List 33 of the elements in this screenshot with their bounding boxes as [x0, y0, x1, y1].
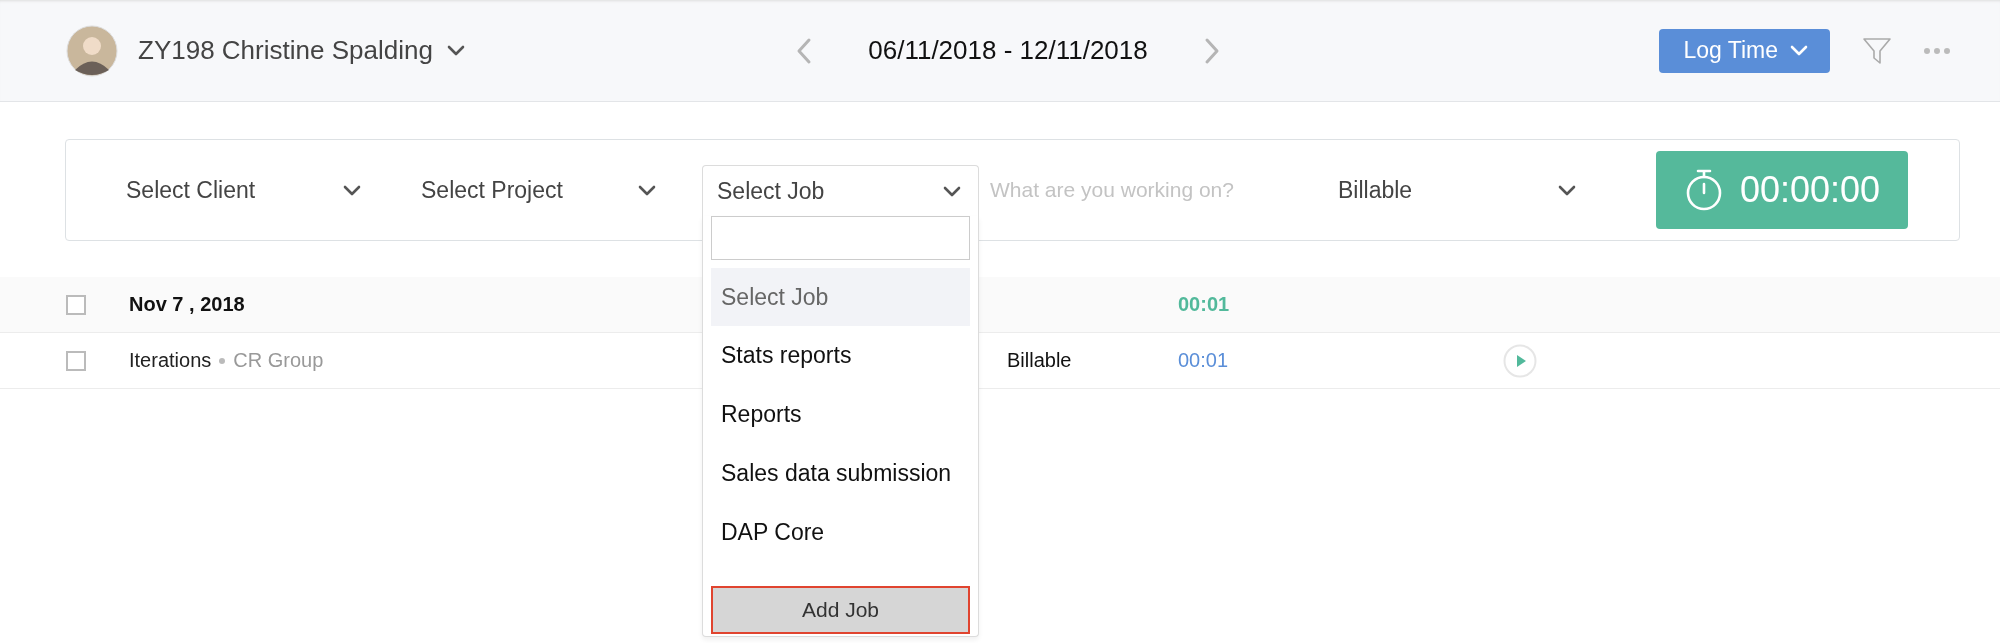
project-name: CR Group [233, 349, 324, 372]
dropdown-option[interactable]: Reports [711, 385, 970, 444]
avatar-icon [66, 24, 118, 77]
filter-icon[interactable] [1862, 35, 1892, 66]
total-duration: 00:01 [1178, 293, 1230, 316]
client-select[interactable]: Select Client [126, 166, 361, 214]
user-selector[interactable]: ZY198 Christine Spalding [138, 35, 465, 66]
chevron-down-icon [343, 184, 361, 196]
date-range: 06/11/2018 - 12/11/2018 [868, 35, 1148, 66]
checkbox[interactable] [66, 294, 86, 315]
date-heading: Nov 7 , 2018 [129, 293, 245, 316]
separator-dot [219, 357, 226, 364]
chevron-down-icon [943, 185, 961, 197]
add-job-button[interactable]: Add Job [711, 586, 970, 634]
dropdown-option[interactable]: Sales data submission [711, 444, 970, 503]
chevron-down-icon [638, 184, 656, 196]
checkbox[interactable] [66, 350, 86, 371]
dropdown-option[interactable]: DAP Core [711, 503, 970, 562]
description-field[interactable]: What are you working on? [988, 177, 1262, 203]
chevron-down-icon [1558, 184, 1576, 196]
dropdown-option[interactable]: Stats reports [711, 326, 970, 385]
chevron-down-icon [446, 45, 465, 56]
project-select[interactable]: Select Project [421, 166, 656, 214]
job-name: Iterations [129, 349, 212, 372]
dropdown-option[interactable]: Select Job [711, 268, 970, 326]
billing-status: Billable [1007, 349, 1072, 372]
billing-select[interactable]: Billable [1338, 166, 1576, 214]
play-icon[interactable] [1503, 343, 1537, 378]
search-field[interactable] [711, 216, 970, 260]
more-icon[interactable] [1924, 47, 1950, 54]
chevron-down-icon [1790, 45, 1808, 56]
job-select[interactable]: Select Job [702, 165, 979, 217]
duration: 00:01 [1178, 349, 1229, 372]
